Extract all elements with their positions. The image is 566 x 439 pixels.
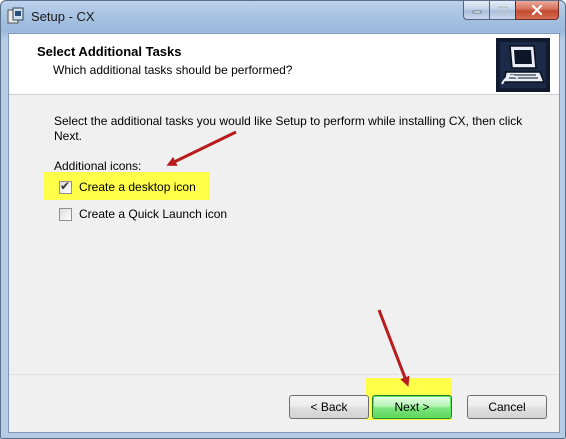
desktop-icon-label[interactable]: Create a desktop icon [79, 180, 196, 194]
quick-launch-checkbox[interactable] [59, 207, 72, 221]
back-button[interactable]: < Back [289, 395, 369, 419]
wizard-header: Select Additional Tasks Which additional… [9, 34, 559, 95]
close-icon [531, 5, 543, 15]
wizard-client-area: Select Additional Tasks Which additional… [8, 33, 560, 433]
minimize-button[interactable] [463, 1, 489, 20]
desktop-icon-checkbox[interactable]: ✔ [59, 178, 72, 194]
minimize-icon [472, 10, 481, 14]
close-button[interactable] [515, 1, 559, 20]
footer-divider [9, 374, 559, 375]
next-button[interactable]: Next > [372, 395, 452, 419]
maximize-button[interactable] [489, 1, 515, 20]
setup-app-icon [7, 7, 24, 24]
window-title: Setup - CX [31, 9, 95, 24]
instructions-text: Select the additional tasks you would li… [54, 114, 523, 143]
quick-launch-option[interactable]: Create a Quick Launch icon [59, 207, 227, 221]
page-title: Select Additional Tasks [37, 44, 182, 59]
additional-icons-label: Additional icons: [54, 159, 142, 173]
caption-buttons [463, 1, 559, 20]
computer-icon [496, 38, 550, 92]
desktop-icon-option[interactable]: ✔ Create a desktop icon [59, 178, 196, 194]
checkmark-icon: ✔ [60, 178, 71, 193]
setup-window: Setup - CX Select Additional Tasks Which… [0, 0, 566, 439]
maximize-icon [497, 5, 508, 15]
title-bar[interactable]: Setup - CX [1, 1, 565, 33]
page-subtitle: Which additional tasks should be perform… [53, 63, 293, 77]
cancel-button[interactable]: Cancel [467, 395, 547, 419]
quick-launch-label[interactable]: Create a Quick Launch icon [79, 207, 227, 221]
